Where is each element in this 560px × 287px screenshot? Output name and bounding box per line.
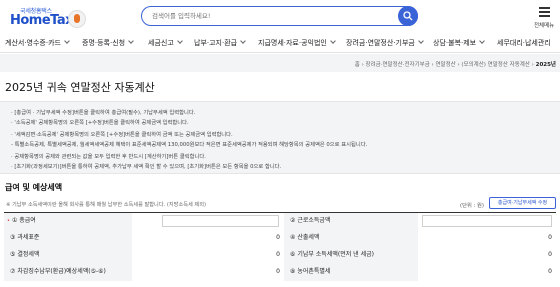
nav-item-label: 장려금·연말정산·기부금	[346, 39, 415, 47]
breadcrumb-item[interactable]: 장려금·연말정산·전자기부금	[366, 62, 430, 68]
row-label: ⑤ 결정세액	[4, 247, 132, 264]
row-label-text: 근로소득금액	[297, 217, 331, 224]
nav-item-payment[interactable]: 납부·고지·환급	[194, 38, 246, 48]
chevron-down-icon	[479, 38, 485, 44]
breadcrumb: 홈 › 장려금·연말정산·전자기부금 › 연말정산 › (모의계산) 연말정산 …	[354, 62, 556, 68]
row-label-text: 과세표준	[17, 234, 40, 241]
notice-line: · 공제항목명의 공제와 관련되는 값을 모두 입력한 후 반드시 [계산하기]…	[11, 154, 206, 160]
chevron-down-icon	[240, 38, 246, 44]
notice-line: · [총급여 · 기납부세액 수정]버튼을 클릭하여 총급여(필수), 기납부세…	[11, 110, 196, 116]
chevron-down-icon	[64, 38, 70, 44]
required-mark-icon: •	[7, 218, 10, 224]
chevron-down-icon	[128, 38, 134, 44]
search-input[interactable]	[152, 10, 392, 22]
nav-item-receipts[interactable]: 계산서·영수증·카드	[5, 38, 70, 48]
row-label: • ① 총급여	[4, 213, 132, 230]
logo-badge-icon	[68, 10, 86, 28]
determined-tax-value: 0	[132, 247, 284, 264]
prepaid-tax-value: 0	[418, 247, 556, 264]
breadcrumb-bar: 홈 › 장려금·연말정산·전자기부금 › 연말정산 › (모의계산) 연말정산 …	[0, 54, 560, 72]
tax-base-value: 0	[132, 230, 284, 247]
nav-item-label: 지급명세·자료·공익법인	[258, 39, 327, 47]
rural-special-tax-value: 0	[418, 264, 556, 281]
breadcrumb-item[interactable]: (모의계산) 연말정산 자동계산	[461, 62, 530, 68]
search-icon	[403, 11, 413, 21]
top-header: 국세청홈택스 HomeTax 전체메뉴	[0, 0, 560, 33]
hamburger-icon	[539, 7, 550, 9]
nav-item-label: 증명·등록·신청	[82, 39, 126, 47]
row-number: ⑤	[10, 251, 16, 258]
section-title: 급여 및 예상세액	[5, 183, 63, 192]
expected-refund-value: 0	[132, 264, 284, 281]
row-label: ② 근로소득금액	[284, 213, 418, 230]
row-label-text: 결정세액	[17, 251, 40, 258]
notice-line: - 특별소득공제, 특별세액공제, 월세액세액공제 혜택이 표준세액공제액 13…	[11, 142, 368, 148]
unit-label: (단위 : 원)	[460, 203, 484, 209]
all-menu-button[interactable]: 전체메뉴	[532, 5, 558, 29]
breadcrumb-item[interactable]: 연말정산	[435, 62, 455, 68]
main-nav: 계산서·영수증·카드 증명·등록·신청 세금신고 납부·고지·환급 지급명세·자…	[0, 33, 560, 53]
row-label-text: 농어촌특별세	[297, 268, 331, 275]
earned-income-field	[422, 215, 552, 227]
nav-item-label: 납부·고지·환급	[194, 39, 238, 47]
nav-item-certificates[interactable]: 증명·등록·신청	[82, 38, 134, 48]
row-number: ③	[10, 234, 16, 241]
notice-line: · [초기화(과정세보기)]버튼을 통하여 공제액, 추가납부 세액 확인 할 …	[11, 164, 282, 170]
row-label-text: 총급여	[19, 217, 36, 224]
row-number: ②	[290, 217, 296, 224]
nav-item-tax-return[interactable]: 세금신고	[148, 38, 183, 48]
nav-item-year-end[interactable]: 장려금·연말정산·기부금	[346, 38, 424, 48]
table-row: • ① 총급여 ② 근로소득금액	[4, 213, 556, 230]
notice-line: · '세액감면·소득공제' 공제항목명의 오른쪽 [+수정]버튼을 클릭하여 금…	[11, 132, 233, 138]
earned-income-cell	[418, 213, 556, 230]
all-menu-label: 전체메뉴	[534, 23, 555, 29]
nav-item-label: 세금신고	[148, 39, 174, 47]
logo-title: HomeTax	[10, 13, 74, 28]
hamburger-icon-bar	[539, 11, 550, 13]
table-row: ③ 과세표준 0 ④ 산출세액 0	[4, 230, 556, 247]
hometax-logo[interactable]: 국세청홈택스 HomeTax	[6, 4, 86, 30]
row-label-text: 차감징수납부(환급)예상세액(⑤-⑥)	[17, 268, 106, 275]
section-note: ※ 기납부 소득세액이란 올해 회사를 통해 매월 납부한 소득세를 말합니다.…	[6, 202, 206, 208]
chevron-down-icon	[176, 38, 183, 44]
search-button[interactable]	[398, 6, 418, 26]
search-box	[141, 6, 418, 26]
chevron-down-icon	[330, 38, 336, 44]
chevron-down-icon	[418, 38, 424, 44]
row-label-text: 산출세액	[297, 234, 320, 241]
row-label: ③ 과세표준	[4, 230, 132, 247]
breadcrumb-home[interactable]: 홈	[355, 62, 360, 68]
row-label: ⑧ 농어촌특별세	[284, 264, 418, 281]
row-number: ⑥	[290, 251, 296, 258]
nav-item-consult[interactable]: 상담·불복·제보	[433, 38, 485, 48]
nav-item-label: 상담·불복·제보	[433, 39, 477, 47]
nav-item-label: 계산서·영수증·카드	[5, 39, 61, 47]
total-salary-input[interactable]	[162, 215, 279, 227]
edit-salary-button[interactable]: 총급여·기납부세액 수정	[489, 197, 556, 209]
table-row: ⑦ 차감징수납부(환급)예상세액(⑤-⑥) 0 ⑧ 농어촌특별세 0	[4, 264, 556, 281]
breadcrumb-current: 2025년	[535, 62, 556, 68]
nav-item-agent[interactable]: 세무대리·납세관리	[497, 38, 551, 48]
total-salary-cell	[132, 213, 284, 230]
row-number: ①	[11, 217, 18, 224]
row-number: ⑦	[10, 268, 16, 275]
guide-notice-box: · [총급여 · 기납부세액 수정]버튼을 클릭하여 총급여(필수), 기납부세…	[0, 101, 560, 174]
row-label: ⑥ 기납부 소득세액(먼저 낸 세금)	[284, 247, 418, 264]
row-number: ④	[290, 234, 296, 241]
nav-item-label: 세무대리·납세관리	[497, 39, 551, 47]
table-row: ⑤ 결정세액 0 ⑥ 기납부 소득세액(먼저 낸 세금) 0	[4, 247, 556, 264]
row-number: ⑧	[290, 268, 296, 275]
computed-tax-value: 0	[418, 230, 556, 247]
row-label: ⑦ 차감징수납부(환급)예상세액(⑤-⑥)	[4, 264, 132, 281]
salary-tax-table: • ① 총급여 ② 근로소득금액 ③ 과세표준 0 ④ 산출세액 0 ⑤ 결정세액…	[4, 212, 556, 287]
row-label-text: 기납부 소득세액(먼저 낸 세금)	[297, 251, 374, 258]
hamburger-icon-bar	[539, 15, 550, 17]
row-label: ④ 산출세액	[284, 230, 418, 247]
notice-line: · '소득공제' 공제항목명의 오른쪽 [+수정]버튼을 클릭하여 공제금액 입…	[11, 120, 189, 126]
page-title: 2025년 귀속 연말정산 자동계산	[5, 81, 155, 94]
nav-item-statements[interactable]: 지급명세·자료·공익법인	[258, 38, 336, 48]
